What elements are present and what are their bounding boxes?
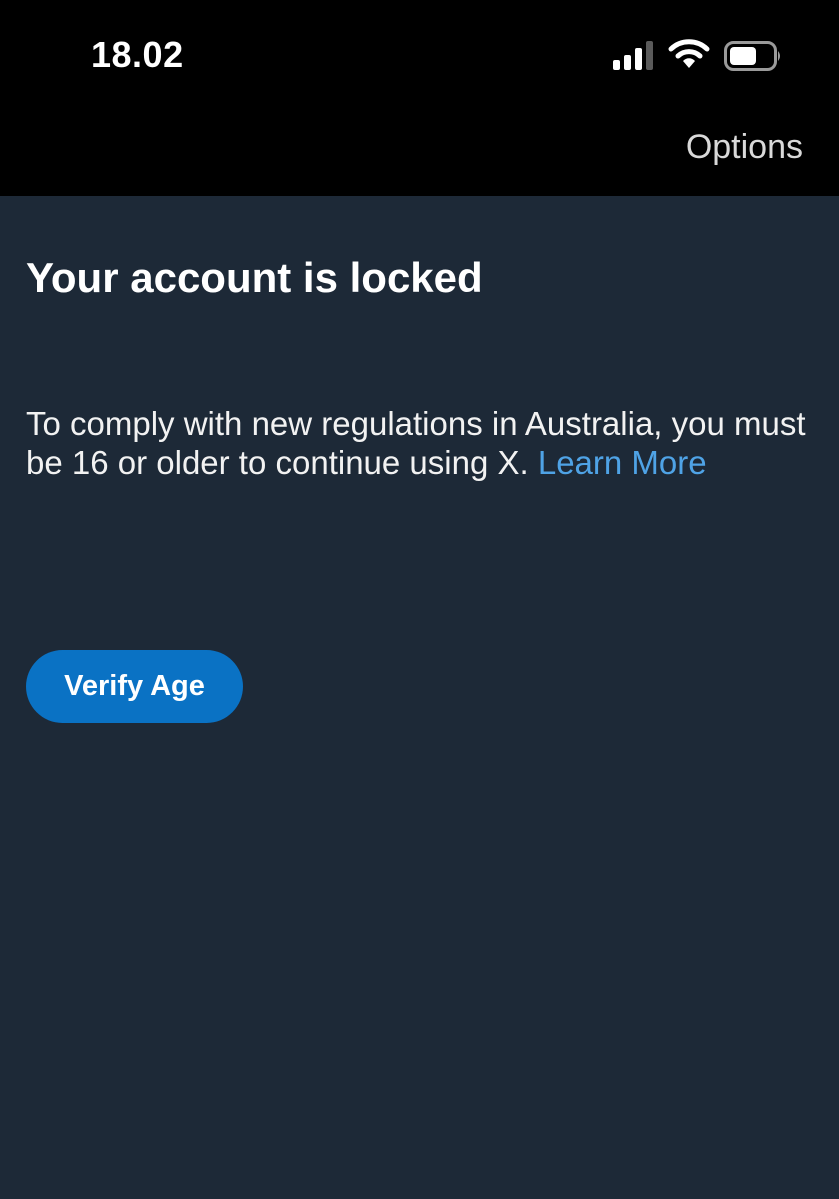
options-button[interactable]: Options (686, 128, 803, 167)
top-bar: 18.02 Options (0, 0, 839, 196)
page-title: Your account is locked (26, 254, 483, 301)
cellular-signal-icon (613, 40, 657, 70)
verify-age-button[interactable]: Verify Age (26, 650, 243, 723)
lock-message: To comply with new regulations in Austra… (26, 405, 806, 482)
learn-more-link[interactable]: Learn More (538, 444, 707, 481)
status-bar-time: 18.02 (91, 34, 184, 75)
battery-icon (724, 41, 780, 71)
wifi-icon (668, 39, 710, 68)
